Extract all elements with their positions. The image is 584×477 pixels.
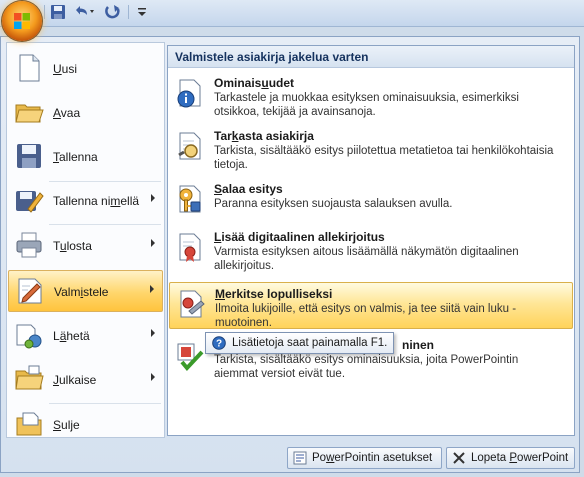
submenu-item-description: Tarkista, sisältääkö esitys piilotettua … — [214, 145, 554, 171]
tooltip-text: Lisätietoja saat painamalla F1. — [232, 337, 388, 349]
redo-icon[interactable] — [104, 4, 122, 20]
submenu-item-title: ninen — [402, 338, 434, 352]
printer-icon — [16, 232, 42, 258]
help-icon: ? — [212, 336, 226, 350]
inspect-document-icon — [178, 132, 201, 160]
undo-icon[interactable] — [72, 4, 94, 20]
prepare-submenu: Valmistele asiakirja jakelua varten Omin… — [167, 45, 575, 436]
submenu-title: Valmistele asiakirja jakelua varten — [175, 50, 369, 64]
submenu-item-inspect[interactable]: Tarkasta asiakirja Tarkista, sisältääkö … — [169, 125, 573, 173]
svg-text:?: ? — [216, 339, 222, 350]
submenu-item-description: Varmista esityksen aitous lisäämällä näk… — [214, 246, 519, 272]
office-menu-commands: Uusi Avaa Tallenna Tallenna nimellä Tulo… — [6, 42, 165, 438]
submenu-item-description: Tarkista, sisältääkö esitys ominaisuuksi… — [214, 354, 519, 380]
exit-powerpoint-button[interactable]: Lopeta PowerPoint — [446, 447, 575, 469]
menu-item-open[interactable]: Avaa — [8, 92, 163, 134]
submenu-item-digital-signature[interactable]: Lisää digitaalinen allekirjoitus Varmist… — [169, 226, 573, 274]
menu-item-save-as[interactable]: Tallenna nimellä — [8, 180, 163, 222]
customize-arrow-icon[interactable] — [136, 4, 148, 20]
menu-item-close[interactable]: Sulje — [8, 404, 163, 446]
menu-item-label: Tallenna — [53, 150, 98, 164]
menu-item-prepare[interactable]: Valmistele — [8, 270, 163, 312]
menu-item-label: Tulosta — [53, 239, 92, 253]
properties-icon — [177, 79, 201, 108]
submenu-item-title: Salaa esitys — [214, 182, 283, 196]
options-icon — [293, 451, 307, 465]
submenu-arrow-icon — [151, 329, 155, 337]
office-menu: Uusi Avaa Tallenna Tallenna nimellä Tulo… — [0, 36, 580, 473]
compatibility-check-icon — [177, 343, 204, 372]
submenu-item-title: Lisää digitaalinen allekirjoitus — [214, 230, 385, 244]
menu-item-label: Uusi — [53, 62, 78, 76]
help-tooltip: ? Lisätietoja saat painamalla F1. — [205, 332, 394, 354]
powerpoint-options-button[interactable]: PowerPointin asetukset — [287, 447, 442, 469]
menu-item-label: Lähetä — [53, 329, 90, 343]
submenu-arrow-icon — [150, 285, 154, 293]
toolbar-separator — [44, 5, 45, 19]
menu-item-label: Avaa — [53, 106, 81, 120]
save-icon[interactable] — [50, 4, 66, 20]
office-logo-icon — [14, 13, 30, 29]
menu-item-print[interactable]: Tulosta — [8, 225, 163, 267]
menu-item-label: Sulje — [53, 418, 80, 432]
submenu-item-title: Tarkasta asiakirja — [214, 129, 314, 143]
prepare-icon — [18, 278, 42, 304]
menu-item-label: Julkaise — [53, 373, 97, 387]
menu-item-label: Valmistele — [54, 285, 109, 299]
mark-final-icon — [180, 290, 205, 318]
close-folder-icon — [16, 412, 42, 436]
button-label: Lopeta PowerPoint — [471, 452, 569, 464]
toolbar-separator — [128, 5, 129, 19]
encrypt-key-icon — [179, 185, 201, 213]
save-as-icon — [16, 191, 44, 213]
send-icon — [16, 324, 42, 349]
close-x-icon — [453, 452, 465, 464]
submenu-arrow-icon — [151, 373, 155, 381]
submenu-item-properties[interactable]: Ominaisuudet Tarkastele ja muokkaa esity… — [169, 72, 573, 120]
menu-item-label: Tallenna nimellä — [53, 194, 140, 208]
submenu-arrow-icon — [151, 239, 155, 247]
menu-item-send[interactable]: Lähetä — [8, 315, 163, 357]
submenu-arrow-icon — [151, 194, 155, 202]
submenu-item-description: Paranna esityksen suojausta salauksen av… — [214, 198, 453, 210]
submenu-item-title: Merkitse lopulliseksi — [215, 287, 333, 301]
office-button[interactable] — [2, 1, 42, 41]
submenu-item-encrypt[interactable]: Salaa esitys Paranna esityksen suojausta… — [169, 178, 573, 220]
button-label: PowerPointin asetukset — [312, 452, 433, 464]
submenu-header: Valmistele asiakirja jakelua varten — [168, 46, 574, 68]
menu-item-save[interactable]: Tallenna — [8, 136, 163, 178]
digital-signature-icon — [179, 233, 201, 262]
quick-access-toolbar — [0, 0, 584, 27]
open-folder-icon — [15, 104, 44, 123]
new-document-icon — [19, 54, 40, 82]
publish-icon — [15, 365, 44, 390]
submenu-item-mark-final[interactable]: Merkitse lopulliseksi Ilmoita lukijoille… — [169, 282, 573, 329]
submenu-item-description: Ilmoita lukijoille, että esitys on valmi… — [215, 303, 517, 329]
submenu-item-description: Tarkastele ja muokkaa esityksen ominaisu… — [214, 92, 519, 118]
submenu-item-title: Ominaisuudet — [214, 76, 295, 90]
menu-item-new[interactable]: Uusi — [8, 48, 163, 90]
save-disk-icon — [17, 144, 41, 168]
menu-item-publish[interactable]: Julkaise — [8, 359, 163, 401]
